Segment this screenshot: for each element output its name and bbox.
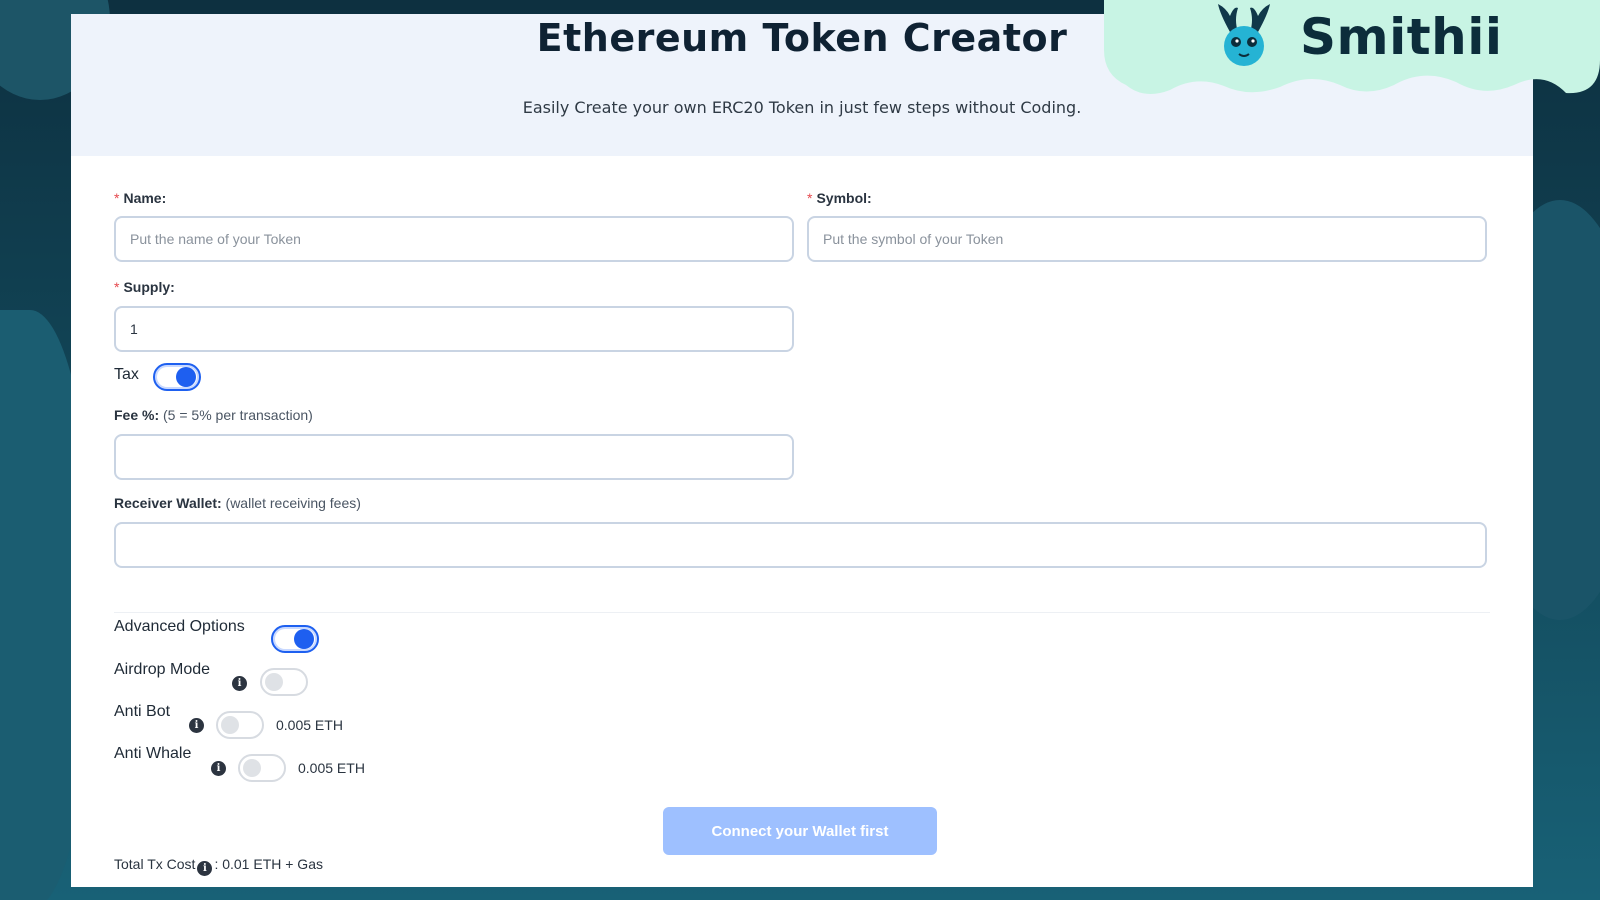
section-divider	[114, 612, 1490, 613]
airdrop-mode-toggle[interactable]	[260, 668, 308, 696]
brand-name: Smithii	[1300, 8, 1503, 66]
info-icon[interactable]: i	[211, 761, 226, 776]
total-value: : 0.01 ETH + Gas	[214, 856, 323, 872]
token-creator-card: Ethereum Token Creator Easily Create you…	[71, 14, 1533, 887]
toggle-knob	[243, 759, 261, 777]
anti-bot-price: 0.005 ETH	[276, 717, 343, 733]
symbol-input[interactable]	[807, 216, 1487, 262]
page-subtitle: Easily Create your own ERC20 Token in ju…	[522, 98, 1082, 117]
receiver-label-text: Receiver Wallet:	[114, 495, 222, 511]
connect-wallet-button[interactable]: Connect your Wallet first	[663, 807, 937, 855]
supply-input[interactable]	[114, 306, 794, 352]
name-label-text: Name:	[123, 190, 167, 206]
required-mark: *	[114, 279, 120, 295]
receiver-hint: (wallet receiving fees)	[225, 495, 361, 511]
anti-bot-label: Anti Bot	[114, 703, 171, 720]
fee-label-text: Fee %:	[114, 407, 160, 423]
receiver-wallet-label: Receiver Wallet: (wallet receiving fees)	[114, 495, 361, 511]
total-label: Total Tx Cost	[114, 856, 196, 872]
supply-label: * Supply:	[114, 279, 175, 295]
name-label: * Name:	[114, 190, 166, 206]
tax-toggle[interactable]	[153, 363, 201, 391]
fee-hint: (5 = 5% per transaction)	[163, 407, 313, 423]
anti-bot-toggle[interactable]	[216, 711, 264, 739]
toggle-knob	[265, 673, 283, 691]
supply-label-text: Supply:	[123, 279, 175, 295]
fee-label: Fee %: (5 = 5% per transaction)	[114, 407, 313, 423]
anti-whale-label: Anti Whale	[114, 745, 192, 762]
airdrop-mode-label: Airdrop Mode	[114, 661, 211, 678]
toggle-knob	[294, 629, 314, 649]
required-mark: *	[114, 190, 120, 206]
name-input[interactable]	[114, 216, 794, 262]
info-icon[interactable]: i	[197, 861, 213, 876]
symbol-label-text: Symbol:	[816, 190, 872, 206]
tax-label: Tax	[114, 366, 139, 383]
symbol-label: * Symbol:	[807, 190, 872, 206]
toggle-knob	[176, 367, 196, 387]
required-mark: *	[807, 190, 813, 206]
advanced-options-toggle[interactable]	[271, 625, 319, 653]
brand-logo[interactable]: Smithii	[1104, 0, 1600, 100]
info-icon[interactable]: i	[232, 676, 247, 691]
anti-whale-price: 0.005 ETH	[298, 760, 365, 776]
fee-input[interactable]	[114, 434, 794, 480]
total-tx-cost: Total Tx Cost i: 0.01 ETH + Gas	[114, 856, 323, 876]
receiver-wallet-input[interactable]	[114, 522, 1487, 568]
toggle-knob	[221, 716, 239, 734]
advanced-options-label: Advanced Options	[114, 618, 245, 635]
info-icon[interactable]: i	[189, 718, 204, 733]
anti-whale-toggle[interactable]	[238, 754, 286, 782]
